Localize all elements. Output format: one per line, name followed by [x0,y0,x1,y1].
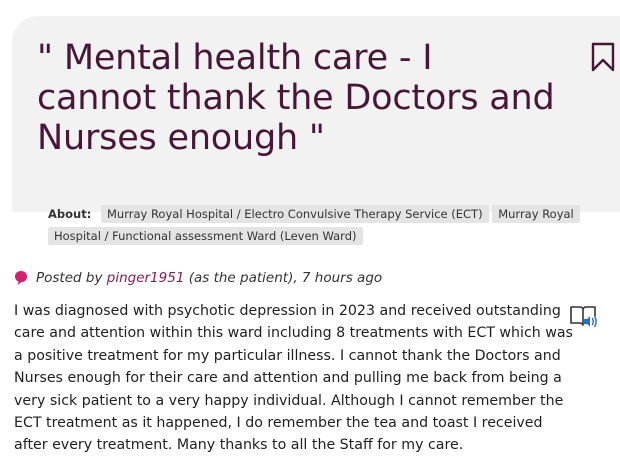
tag-ect-service[interactable]: Murray Royal Hospital / Electro Convulsi… [100,205,489,223]
about-label: About: [48,207,92,221]
posted-by-label: Posted by [36,270,103,286]
about-section: About: Murray Royal Hospital / Electro C… [48,203,603,247]
posted-time: (as the patient), 7 hours ago [188,270,383,286]
review-title: " Mental health care - I cannot thank th… [37,38,555,158]
post-meta: Posted by pinger1951 (as the patient), 7… [14,270,382,286]
review-body: I was diagnosed with psychotic depressio… [14,303,573,454]
bookmark-icon[interactable] [590,42,616,72]
read-aloud-icon[interactable] [569,302,599,330]
speech-bubble-icon [15,271,27,285]
author-link[interactable]: pinger1951 [107,270,185,286]
